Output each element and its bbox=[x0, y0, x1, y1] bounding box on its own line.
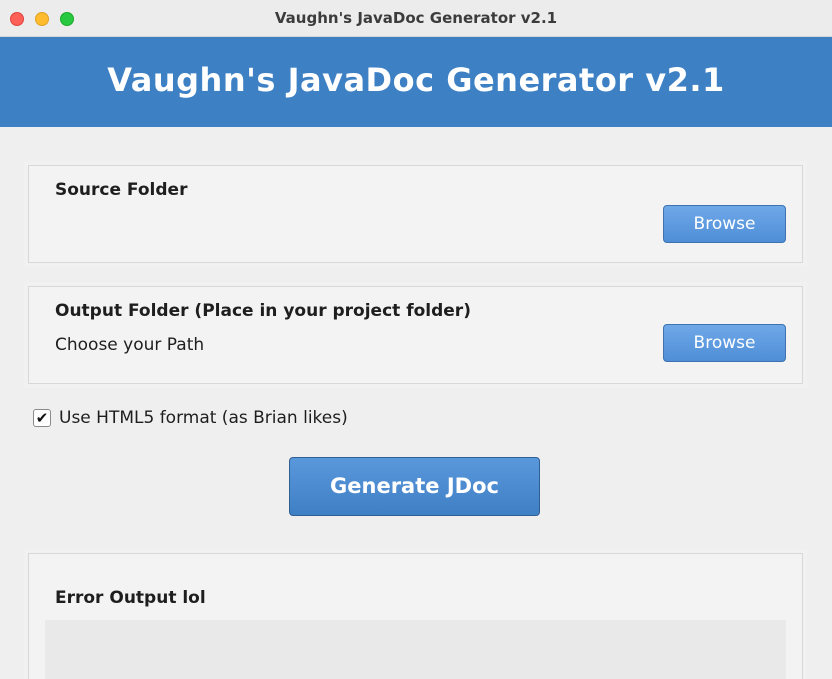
error-output-panel: Error Output lol bbox=[24, 549, 807, 679]
output-folder-panel-frame: Output Folder (Place in your project fol… bbox=[28, 286, 803, 384]
app-window: Vaughn's JavaDoc Generator v2.1 Vaughn's… bbox=[0, 0, 832, 679]
output-folder-panel: Output Folder (Place in your project fol… bbox=[24, 282, 807, 388]
source-browse-button[interactable]: Browse bbox=[663, 205, 786, 243]
window-title: Vaughn's JavaDoc Generator v2.1 bbox=[274, 9, 558, 27]
output-folder-label: Output Folder (Place in your project fol… bbox=[55, 301, 471, 321]
source-folder-label: Source Folder bbox=[55, 180, 188, 200]
header-banner: Vaughn's JavaDoc Generator v2.1 bbox=[0, 37, 832, 127]
error-output-panel-frame: Error Output lol bbox=[28, 553, 803, 679]
output-browse-button[interactable]: Browse bbox=[663, 324, 786, 362]
error-output-label: Error Output lol bbox=[55, 588, 206, 608]
html5-checkbox-label[interactable]: Use HTML5 format (as Brian likes) bbox=[59, 408, 348, 428]
banner-title: Vaughn's JavaDoc Generator v2.1 bbox=[107, 61, 725, 99]
html5-checkbox[interactable]: ✔ bbox=[33, 409, 51, 427]
generate-jdoc-button[interactable]: Generate JDoc bbox=[289, 457, 540, 516]
source-folder-panel-frame: Source Folder Browse bbox=[28, 165, 803, 263]
error-output-area[interactable] bbox=[45, 620, 786, 679]
output-path-text: Choose your Path bbox=[55, 335, 205, 355]
window-titlebar[interactable]: Vaughn's JavaDoc Generator v2.1 bbox=[0, 0, 832, 37]
source-folder-panel: Source Folder Browse bbox=[24, 161, 807, 267]
